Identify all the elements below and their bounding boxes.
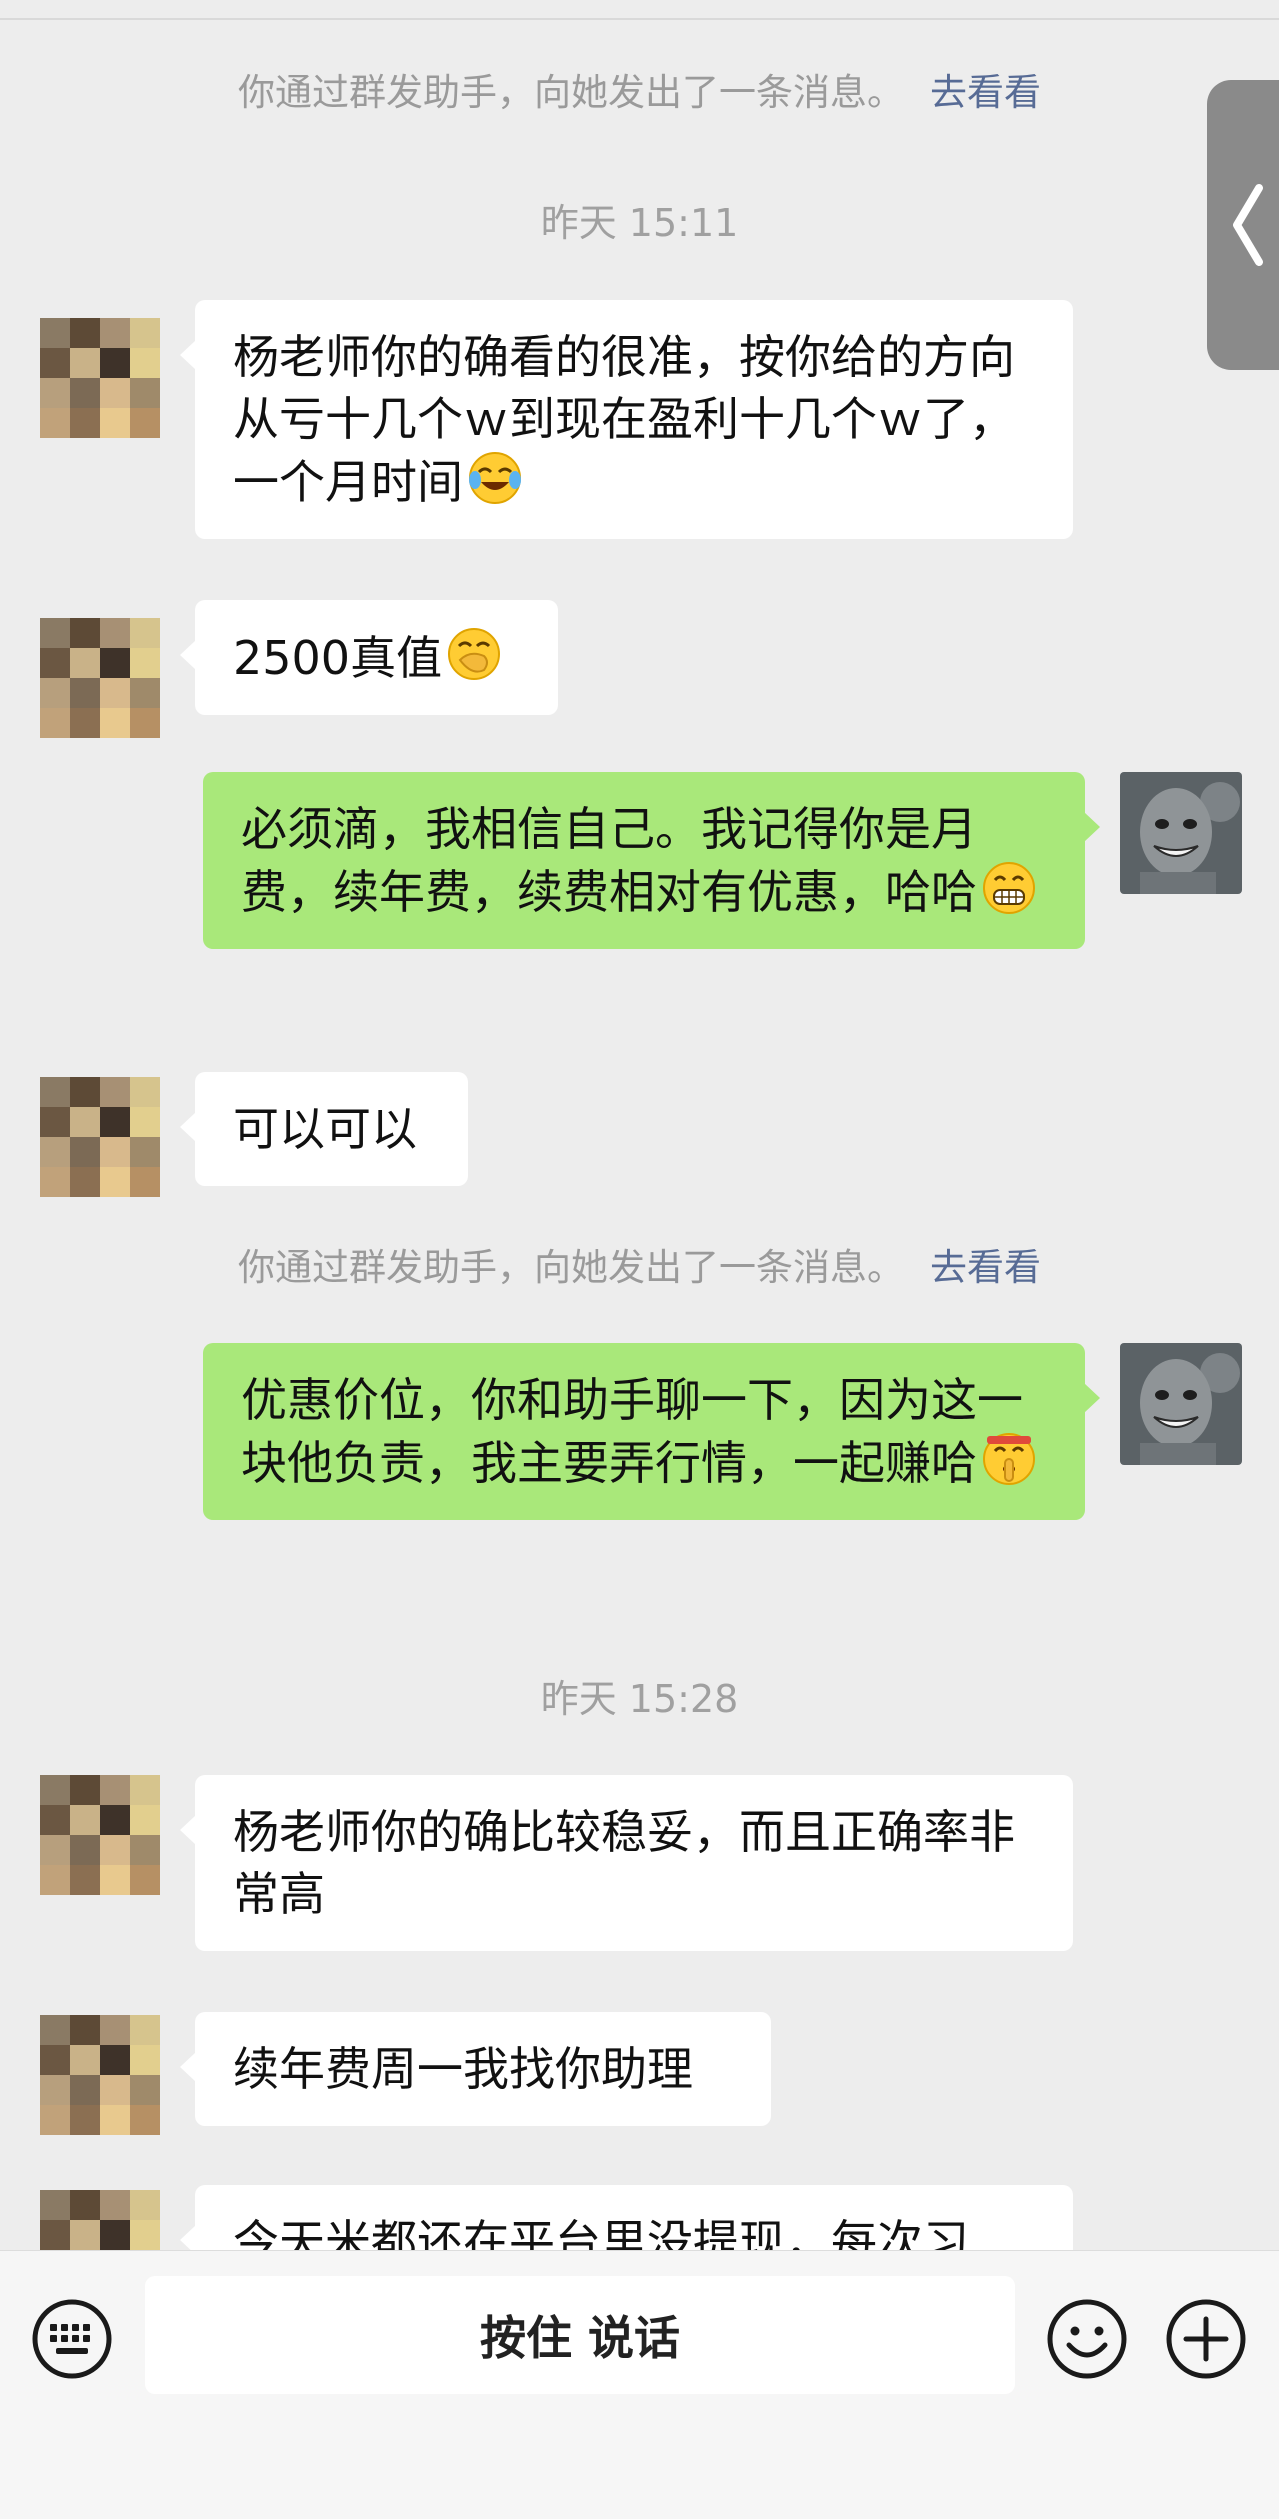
contact-avatar[interactable] (40, 318, 160, 438)
input-bar: 按住 说话 (0, 2250, 1279, 2519)
system-notice-text: 你通过群发助手，向她发出了一条消息。 (238, 71, 904, 114)
timestamp: 昨天 15:28 (540, 1677, 739, 1721)
message-bubble[interactable]: 2500真值 (180, 600, 558, 715)
message-bubble[interactable]: 可以可以 (180, 1072, 468, 1186)
message-text: 杨老师你的确看的很准，按你给的方向从亏十几个ｗ到现在盈利十几个ｗ了，一个月时间 (233, 330, 1015, 509)
grinning-emoji (983, 862, 1035, 914)
message-text: 可以可以 (233, 1102, 417, 1156)
system-notice: 你通过群发助手，向她发出了一条消息。 去看看 (0, 62, 1279, 116)
message-text: 今天米都还在平台里没提现，每次习 (233, 2215, 969, 2250)
message-text: 杨老师你的确比较稳妥，而且正确率非常高 (233, 1805, 1015, 1921)
view-link[interactable]: 去看看 (930, 71, 1041, 114)
contact-avatar[interactable] (40, 2190, 160, 2250)
contact-avatar[interactable] (40, 1775, 160, 1895)
crying-laughing-emoji (469, 452, 521, 504)
keyboard-icon[interactable] (30, 2297, 114, 2381)
contact-avatar[interactable] (40, 618, 160, 738)
view-link[interactable]: 去看看 (930, 1246, 1041, 1289)
message-text: 优惠价位，你和助手聊一下，因为这一块他负责，我主要弄行情，一起赚哈 (241, 1373, 1023, 1490)
system-notice: 你通过群发助手，向她发出了一条消息。 去看看 (0, 1237, 1279, 1291)
chevron-left-icon (1233, 184, 1263, 266)
message-bubble[interactable]: 杨老师你的确看的很准，按你给的方向从亏十几个ｗ到现在盈利十几个ｗ了，一个月时间 (180, 300, 1073, 539)
top-divider (0, 18, 1279, 20)
timestamp: 昨天 15:11 (540, 201, 739, 245)
message-text: 2500真值 (233, 631, 443, 685)
contact-avatar[interactable] (40, 2015, 160, 2135)
message-text: 续年费周一我找你助理 (233, 2042, 693, 2096)
hold-to-talk-button[interactable]: 按住 说话 (145, 2276, 1015, 2394)
shushing-emoji (983, 1433, 1035, 1485)
system-notice-text: 你通过群发助手，向她发出了一条消息。 (238, 1246, 904, 1289)
contact-avatar[interactable] (40, 1077, 160, 1197)
my-avatar[interactable] (1120, 1343, 1242, 1465)
hand-over-mouth-emoji (448, 628, 501, 680)
message-bubble-sent[interactable]: 必须滴，我相信自己。我记得你是月费，续年费，续费相对有优惠，哈哈 (203, 772, 1100, 949)
message-text: 必须滴，我相信自己。我记得你是月费，续年费，续费相对有优惠，哈哈 (241, 802, 977, 919)
message-bubble[interactable]: 续年费周一我找你助理 (180, 2012, 771, 2126)
chat-area[interactable]: 你通过群发助手，向她发出了一条消息。 去看看 昨天 15:11 杨老师你的确看的很… (0, 0, 1279, 2250)
smiley-icon[interactable] (1045, 2297, 1129, 2381)
floating-side-tab[interactable] (1207, 80, 1279, 370)
message-bubble-sent[interactable]: 优惠价位，你和助手聊一下，因为这一块他负责，我主要弄行情，一起赚哈 (203, 1343, 1100, 1520)
message-bubble[interactable]: 今天米都还在平台里没提现，每次习 (180, 2185, 1073, 2250)
plus-icon[interactable] (1164, 2297, 1248, 2381)
message-bubble[interactable]: 杨老师你的确比较稳妥，而且正确率非常高 (180, 1775, 1073, 1951)
my-avatar[interactable] (1120, 772, 1242, 894)
